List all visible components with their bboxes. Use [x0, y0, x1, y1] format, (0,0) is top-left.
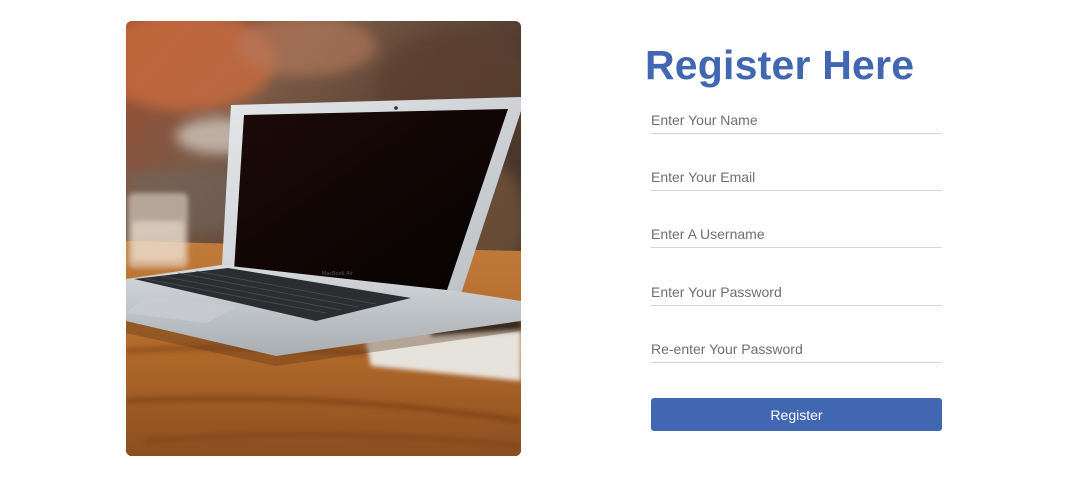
password-field[interactable] — [651, 278, 942, 306]
form-title: Register Here — [645, 42, 915, 88]
register-page: MacBook Air Register Here Register — [0, 0, 1080, 490]
name-field[interactable] — [651, 106, 942, 134]
laptop-image: MacBook Air — [126, 21, 521, 456]
register-button[interactable]: Register — [651, 398, 942, 431]
hero-photo: MacBook Air — [126, 21, 521, 456]
email-field[interactable] — [651, 163, 942, 191]
username-field[interactable] — [651, 220, 942, 248]
laptop-brand-label: MacBook Air — [322, 271, 354, 277]
register-form: Register Here Register — [645, 38, 945, 431]
confirm-password-field[interactable] — [651, 335, 942, 363]
